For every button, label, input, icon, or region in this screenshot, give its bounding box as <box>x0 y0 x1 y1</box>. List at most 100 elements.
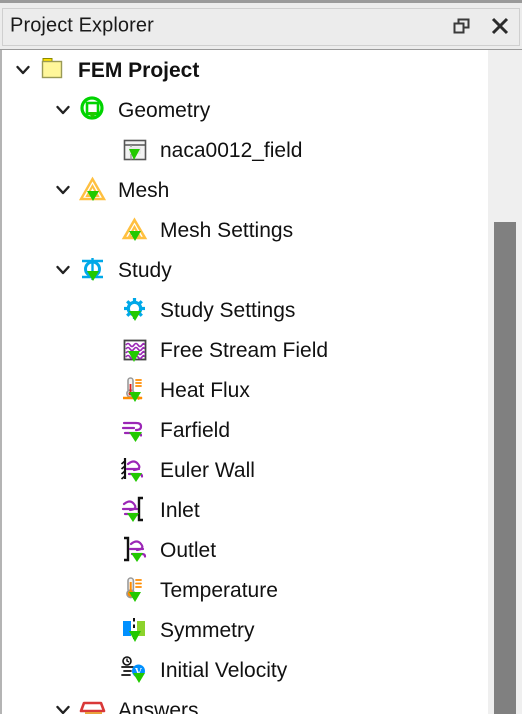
expander-placeholder <box>92 210 118 250</box>
tree-item-heat-flux[interactable]: Heat Flux <box>2 370 490 410</box>
temperature-icon <box>118 573 152 607</box>
answers-icon <box>76 693 110 714</box>
tree-item-label: Symmetry <box>160 618 255 642</box>
vertical-scrollbar[interactable] <box>488 50 522 714</box>
tree-item-label: Study Settings <box>160 298 296 322</box>
answers-glyph <box>79 701 106 714</box>
tree-item-label: Outlet <box>160 538 217 562</box>
tree-content-area: FEM Project Geometry naca0012_field Mesh… <box>0 50 522 714</box>
chevron-down-glyph <box>56 185 70 195</box>
expander-placeholder <box>92 290 118 330</box>
tree-item-free-stream-field[interactable]: Free Stream Field <box>2 330 490 370</box>
panel-titlebar: Project Explorer <box>0 0 522 50</box>
project-explorer-panel: Project Explorer FEM Project Geometry na… <box>0 0 522 714</box>
tree-item-label: Mesh Settings <box>160 218 294 242</box>
study-settings-glyph <box>124 298 145 321</box>
geometry-glyph <box>80 96 104 120</box>
outlet-glyph <box>124 536 147 562</box>
tree-item-label: Temperature <box>160 578 278 602</box>
inlet-icon <box>118 493 152 527</box>
tree-item-geometry[interactable]: Geometry <box>2 90 490 130</box>
heat-flux-glyph <box>123 377 143 402</box>
expander-chevron-down-icon[interactable] <box>50 250 76 290</box>
expander-placeholder <box>92 330 118 370</box>
mesh-glyph <box>78 176 107 201</box>
tree-item-mesh[interactable]: Mesh <box>2 170 490 210</box>
inlet-glyph <box>121 496 143 522</box>
tree-item-mesh-settings[interactable]: Mesh Settings <box>2 210 490 250</box>
geometry-icon <box>76 93 110 127</box>
tree-item-label: Answers <box>118 698 199 714</box>
tree-item-study-settings[interactable]: Study Settings <box>2 290 490 330</box>
chevron-down-glyph <box>56 265 70 275</box>
tree-item-study[interactable]: Study <box>2 250 490 290</box>
expander-chevron-down-icon[interactable] <box>10 50 36 90</box>
expander-placeholder <box>92 490 118 530</box>
tree-item-inlet[interactable]: Inlet <box>2 490 490 530</box>
tree-item-label: Heat Flux <box>160 378 250 402</box>
expander-placeholder <box>92 570 118 610</box>
mesh-settings-icon <box>118 213 152 247</box>
scrollbar-thumb[interactable] <box>494 222 516 714</box>
tree-item-label: Initial Velocity <box>160 658 288 682</box>
chevron-down-glyph <box>56 105 70 115</box>
study-settings-icon <box>118 293 152 327</box>
tree-item-symmetry[interactable]: Symmetry <box>2 610 490 650</box>
tree-item-initial-velocity[interactable]: V Initial Velocity <box>2 650 490 690</box>
float-window-glyph <box>453 18 470 34</box>
free-stream-field-icon <box>118 333 152 367</box>
expander-chevron-down-icon[interactable] <box>50 90 76 130</box>
close-glyph <box>491 17 509 35</box>
free-stream-field-glyph <box>123 339 147 362</box>
folder-glyph <box>41 58 63 79</box>
symmetry-glyph <box>123 618 145 642</box>
float-window-icon[interactable] <box>448 12 476 40</box>
project-tree[interactable]: FEM Project Geometry naca0012_field Mesh… <box>2 50 490 714</box>
geometry-file-icon <box>118 133 152 167</box>
heat-flux-icon <box>118 373 152 407</box>
tree-item-label: Study <box>118 258 172 282</box>
farfield-glyph <box>121 421 143 442</box>
geometry-file-glyph <box>123 139 147 161</box>
euler-wall-glyph <box>120 458 144 482</box>
tree-item-answers[interactable]: Answers <box>2 690 490 714</box>
tree-item-label: Euler Wall <box>160 458 255 482</box>
expander-chevron-down-icon[interactable] <box>50 170 76 210</box>
outlet-icon <box>118 533 152 567</box>
mesh-icon <box>76 173 110 207</box>
study-glyph <box>82 258 103 281</box>
close-icon[interactable] <box>486 12 514 40</box>
tree-item-label: Geometry <box>118 98 211 122</box>
expander-placeholder <box>92 130 118 170</box>
symmetry-icon <box>118 613 152 647</box>
initial-velocity-icon: V <box>118 653 152 687</box>
euler-wall-icon <box>118 453 152 487</box>
tree-item-naca0012-field[interactable]: naca0012_field <box>2 130 490 170</box>
chevron-down-glyph <box>56 705 70 714</box>
expander-placeholder <box>92 610 118 650</box>
expander-placeholder <box>92 530 118 570</box>
temperature-glyph <box>126 577 142 602</box>
tree-item-label: FEM Project <box>78 58 200 82</box>
tree-item-outlet[interactable]: Outlet <box>2 530 490 570</box>
tree-item-label: Farfield <box>160 418 231 442</box>
mesh-settings-glyph <box>121 217 148 241</box>
initial-velocity-glyph: V <box>121 656 145 683</box>
expander-placeholder <box>92 450 118 490</box>
farfield-icon <box>118 413 152 447</box>
expander-chevron-down-icon[interactable] <box>50 690 76 714</box>
tree-item-temperature[interactable]: Temperature <box>2 570 490 610</box>
expander-placeholder <box>92 370 118 410</box>
tree-item-euler-wall[interactable]: Euler Wall <box>2 450 490 490</box>
folder-icon <box>36 53 70 87</box>
expander-placeholder <box>92 650 118 690</box>
tree-item-farfield[interactable]: Farfield <box>2 410 490 450</box>
tree-item-label: Mesh <box>118 178 170 202</box>
tree-item-fem-project[interactable]: FEM Project <box>2 50 490 90</box>
expander-placeholder <box>92 410 118 450</box>
chevron-down-glyph <box>16 65 30 75</box>
tree-item-label: Inlet <box>160 498 200 522</box>
study-icon <box>76 253 110 287</box>
tree-item-label: naca0012_field <box>160 138 303 162</box>
tree-item-label: Free Stream Field <box>160 338 329 362</box>
